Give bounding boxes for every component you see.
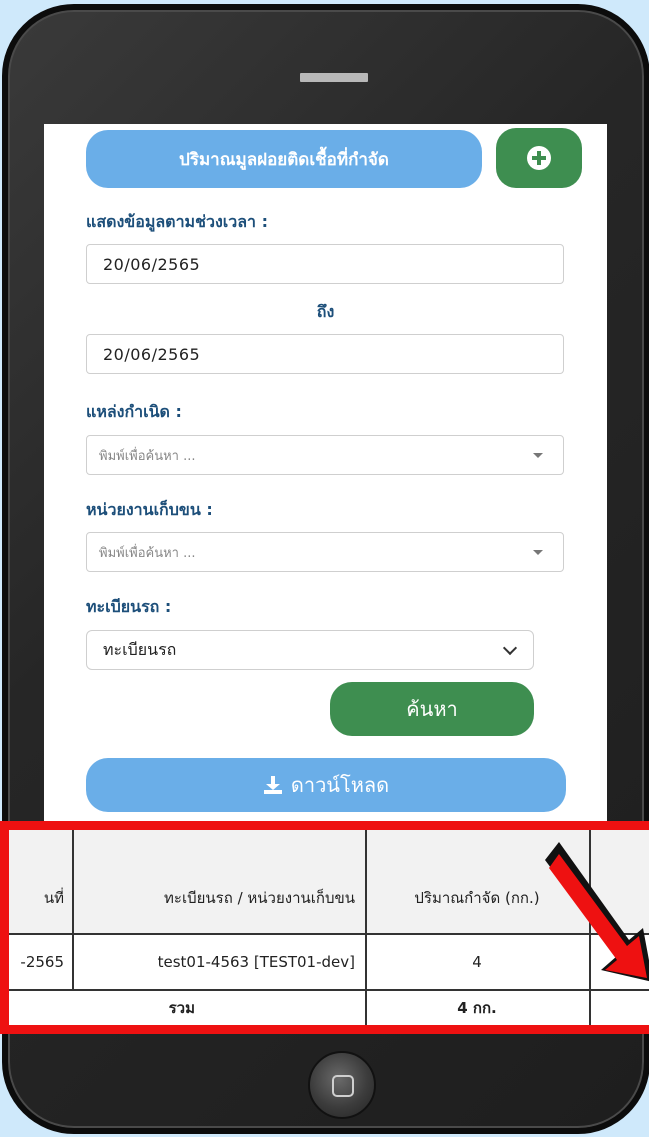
table-header-plate: ทะเบียนรถ / หน่วยงานเก็บขน — [72, 830, 365, 934]
plate-selected-value: ทะเบียนรถ — [103, 639, 177, 659]
origin-placeholder: พิมพ์เพื่อค้นหา ... — [99, 448, 196, 464]
app-screen: ปริมาณมูลฝอยติดเชื้อที่กำจัด แสดงข้อมูลต… — [44, 124, 607, 832]
waste-amount-button[interactable]: ปริมาณมูลฝอยติดเชื้อที่กำจัด — [86, 130, 482, 188]
plate-label: ทะเบียนรถ : — [86, 597, 172, 616]
results-table: นที่ ทะเบียนรถ / หน่วยงานเก็บขน ปริมาณกำ… — [9, 830, 649, 1025]
dropdown-caret-icon — [533, 453, 543, 458]
table-header-date: นที่ — [9, 830, 72, 934]
table-cell-date: -2565 — [20, 953, 64, 971]
download-icon — [263, 775, 283, 795]
speaker-slot — [300, 73, 368, 82]
home-square-icon — [332, 1075, 354, 1097]
search-button[interactable]: ค้นหา — [330, 682, 534, 736]
to-label: ถึง — [316, 302, 335, 321]
table-cell-plate: test01-4563 [TEST01-dev] — [157, 953, 355, 971]
table-divider — [365, 830, 367, 1025]
date-range-label: แสดงข้อมูลตามช่วงเวลา : — [86, 212, 268, 231]
origin-label: แหล่งกำเนิด : — [86, 402, 182, 421]
results-table-highlight: นที่ ทะเบียนรถ / หน่วยงานเก็บขน ปริมาณกำ… — [0, 821, 649, 1034]
home-button[interactable] — [308, 1051, 376, 1119]
date-to-input[interactable]: 20/06/2565 — [86, 334, 564, 374]
download-label: ดาวน์โหลด — [290, 773, 390, 797]
collector-placeholder: พิมพ์เพื่อค้นหา ... — [99, 545, 196, 561]
chevron-down-icon — [502, 640, 518, 656]
collector-label: หน่วยงานเก็บขน : — [86, 500, 213, 519]
table-total-value: 4 กก. — [457, 999, 497, 1017]
table-total-label: รวม — [168, 999, 195, 1017]
collector-select[interactable]: พิมพ์เพื่อค้นหา ... — [86, 532, 564, 572]
origin-select[interactable]: พิมพ์เพื่อค้นหา ... — [86, 435, 564, 475]
plate-select[interactable]: ทะเบียนรถ — [86, 630, 534, 670]
dropdown-caret-icon — [533, 550, 543, 555]
add-record-button[interactable] — [496, 128, 582, 188]
table-divider — [72, 830, 74, 990]
download-button[interactable]: ดาวน์โหลด — [86, 758, 566, 812]
red-arrow-icon — [545, 842, 649, 982]
date-from-input[interactable]: 20/06/2565 — [86, 244, 564, 284]
plus-circle-icon — [527, 146, 551, 170]
